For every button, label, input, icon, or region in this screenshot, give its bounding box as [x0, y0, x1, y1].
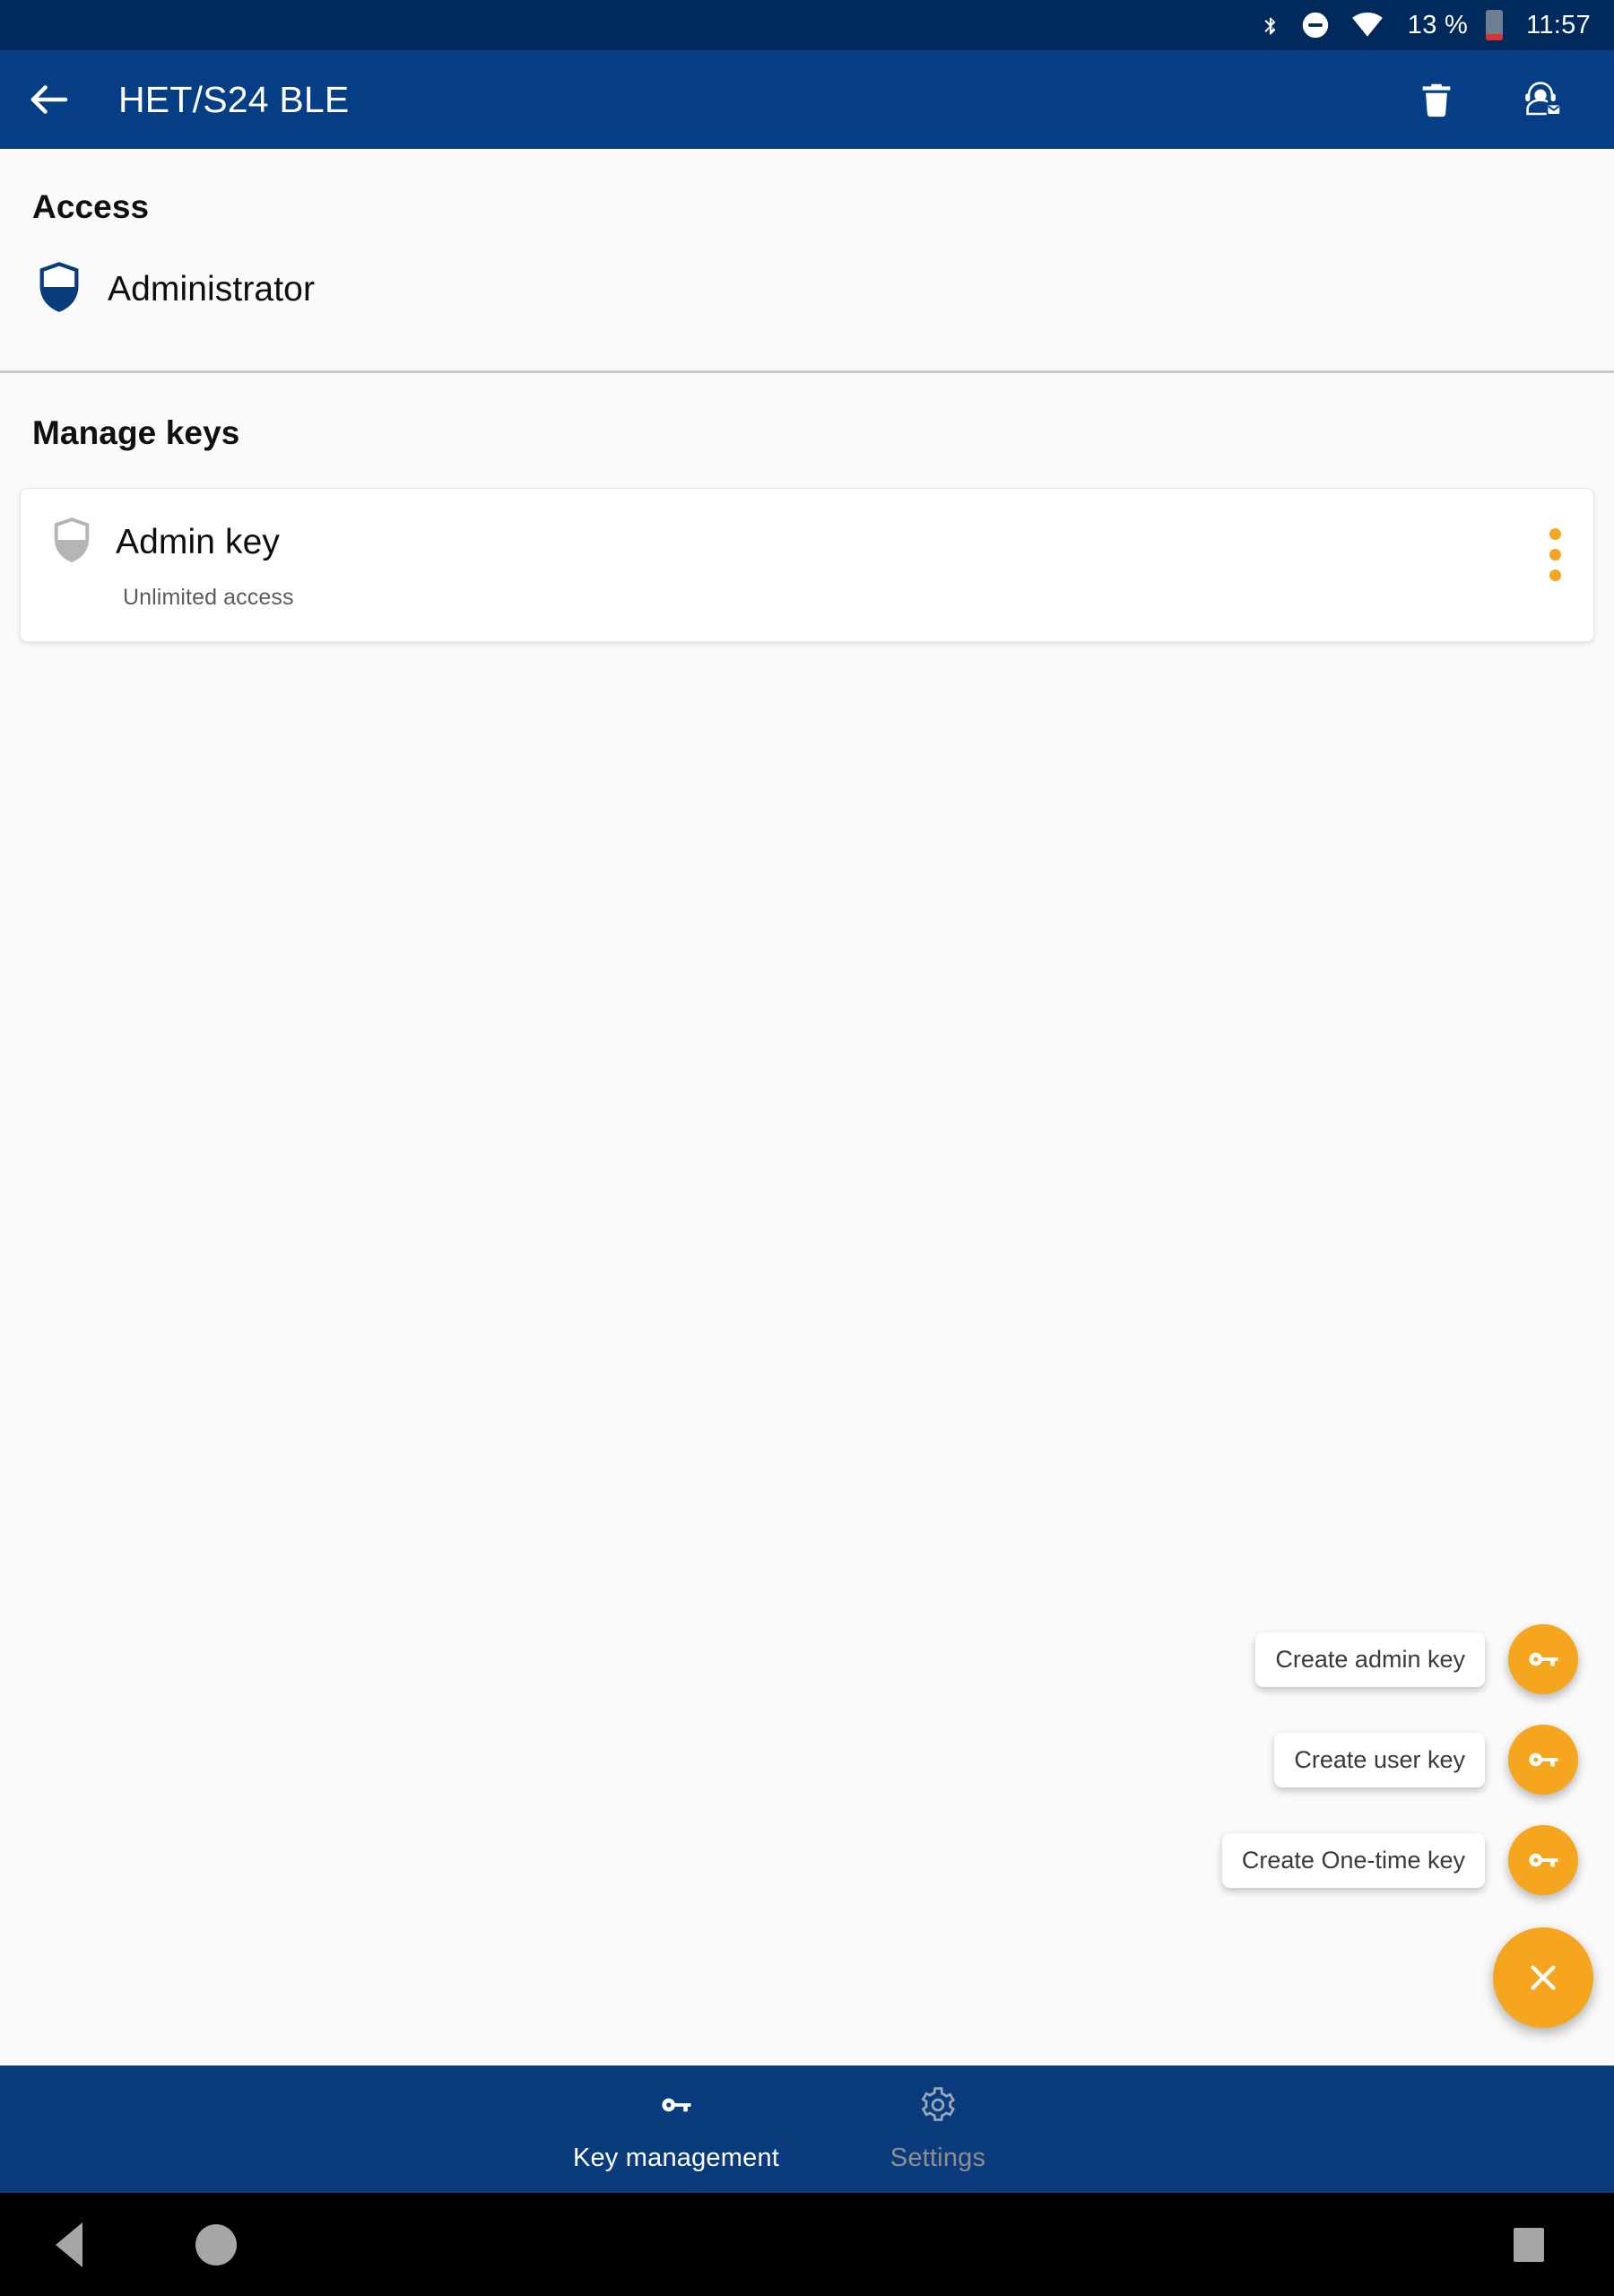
speed-dial: Create admin key Create user key Create …	[1221, 1624, 1593, 2028]
status-bar: 13 % 11:57	[0, 0, 1614, 50]
page-title: HET/S24 BLE	[118, 78, 350, 120]
contact-support-icon[interactable]	[1505, 64, 1576, 135]
system-home-icon[interactable]	[195, 2223, 237, 2266]
system-back-icon[interactable]	[56, 2222, 82, 2267]
speed-dial-action-admin[interactable]: Create admin key	[1255, 1624, 1578, 1694]
speed-dial-label-user: Create user key	[1274, 1732, 1485, 1787]
create-admin-key-button[interactable]	[1508, 1624, 1578, 1694]
wifi-icon	[1350, 12, 1384, 39]
app-bar: HET/S24 BLE	[0, 50, 1614, 149]
speed-dial-close-button[interactable]	[1493, 1927, 1593, 2028]
delete-trash-icon[interactable]	[1401, 64, 1472, 135]
system-recents-icon[interactable]	[1514, 2227, 1544, 2262]
speed-dial-action-onetime[interactable]: Create One-time key	[1221, 1825, 1578, 1895]
create-one-time-key-button[interactable]	[1508, 1825, 1578, 1895]
battery-low-icon	[1486, 10, 1504, 40]
access-role-label: Administrator	[108, 269, 316, 309]
bluetooth-icon	[1259, 9, 1282, 41]
key-icon	[656, 2085, 696, 2129]
speed-dial-action-user[interactable]: Create user key	[1274, 1725, 1578, 1795]
back-arrow-icon[interactable]	[0, 50, 99, 149]
battery-percent-label: 13 %	[1407, 10, 1469, 39]
clock-label: 11:57	[1526, 10, 1591, 39]
shield-key-icon	[51, 516, 92, 569]
system-navigation-bar	[0, 2193, 1614, 2296]
phone-screen: 13 % 11:57 HET/S24 BLE Access Administra…	[0, 0, 1614, 2296]
bottom-nav-label-settings: Settings	[889, 2144, 986, 2172]
speed-dial-label-onetime: Create One-time key	[1221, 1832, 1485, 1888]
bottom-nav-item-key-management[interactable]: Key management	[556, 2085, 796, 2173]
key-card-subtitle: Unlimited access	[123, 585, 294, 610]
access-role-row[interactable]: Administrator	[0, 226, 1614, 318]
gear-icon	[918, 2085, 958, 2129]
key-card-title: Admin key	[116, 522, 280, 561]
bottom-nav-item-settings[interactable]: Settings	[818, 2085, 1058, 2173]
access-section-title: Access	[32, 188, 150, 225]
main-content: Access Administrator Manage keys Admin k…	[0, 149, 1614, 2066]
speed-dial-label-admin: Create admin key	[1255, 1631, 1485, 1687]
app-bar-actions	[1401, 64, 1614, 135]
key-card-header: Admin key	[51, 516, 1563, 569]
manage-keys-section-title: Manage keys	[32, 414, 240, 451]
shield-admin-icon	[36, 260, 82, 318]
do-not-disturb-icon	[1300, 10, 1331, 40]
overflow-menu-icon[interactable]	[1549, 528, 1561, 581]
key-card[interactable]: Admin key Unlimited access	[20, 488, 1594, 642]
bottom-navigation: Key management Settings	[0, 2066, 1614, 2193]
create-user-key-button[interactable]	[1508, 1725, 1578, 1795]
bottom-nav-label-key-management: Key management	[572, 2144, 780, 2172]
